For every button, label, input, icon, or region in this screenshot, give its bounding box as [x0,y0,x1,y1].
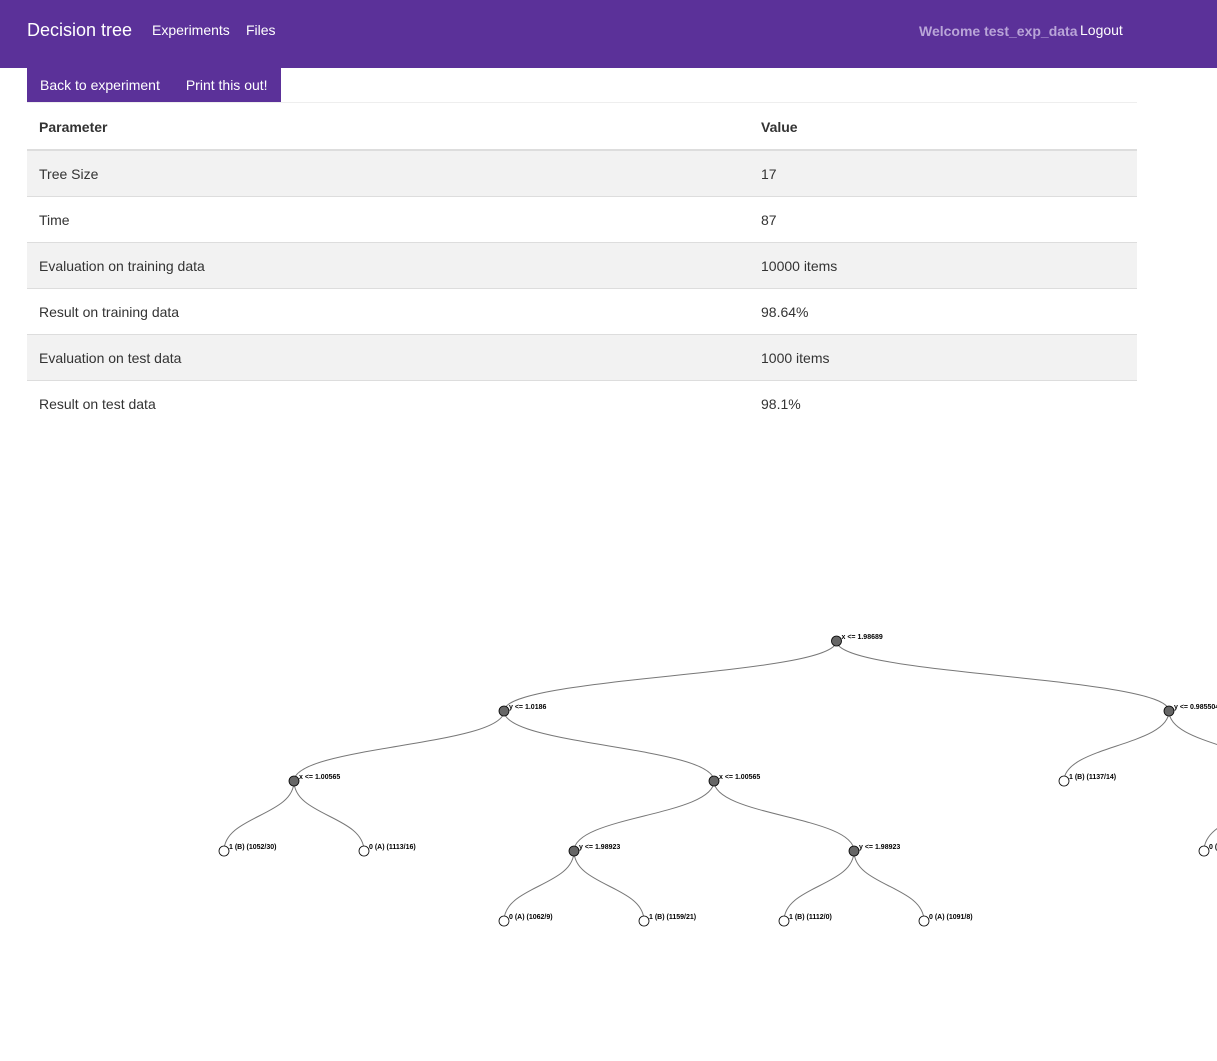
param-value: 87 [749,196,1137,243]
tree-edge [1168,710,1217,746]
navbar: Decision tree Experiments Files Welcome … [0,0,1217,68]
table-header-row: Parameter Value [27,104,1137,151]
node-label: y <= 1.98923 [859,844,900,851]
tree-leaf-node: 1 (B) (1052/30) [218,844,276,857]
node-circle [568,845,580,857]
node-label: 1 (B) (1159/21) [649,914,696,921]
node-circle [918,915,930,927]
node-label: x <= 1.00565 [299,774,340,781]
param-name: Time [27,196,749,243]
node-circle [1058,775,1070,787]
tree-leaf-node: 0 (A) (1091/8) [918,914,973,927]
node-label: 0 (A) (1062/9) [509,914,553,921]
tree-decision-node: x <= 1.00565 [288,774,340,787]
node-label: 0 (A) (1091/8) [929,914,973,921]
node-circle [708,775,720,787]
table-row: Result on training data 98.64% [27,288,1137,335]
tree-decision-node: y <= 1.98923 [568,844,620,857]
nav-experiments[interactable]: Experiments [152,22,230,38]
node-circle [1163,705,1175,717]
tree-edge [836,640,1170,712]
node-circle [288,775,300,787]
tree-edge [1063,710,1170,782]
tree-decision-node: x <= 1.98689 [831,634,883,647]
header-value: Value [749,104,1137,151]
node-label: 0 (A) (1113/16) [369,844,416,851]
node-circle [498,915,510,927]
node-circle [1198,845,1210,857]
table-row: Evaluation on training data 10000 items [27,242,1137,289]
node-label: y <= 0.985504 [1174,704,1217,711]
tree-leaf-node: 0 (A) (1062/9) [498,914,553,927]
nav-files[interactable]: Files [246,22,276,38]
node-label: x <= 1.98689 [842,634,883,641]
node-circle [831,635,842,647]
node-circle [498,705,510,717]
tree-edge [853,850,925,922]
tree-edge [503,640,837,712]
tree-leaf-node: 1 (B) (1159/21) [638,914,696,927]
decision-tree-diagram: 1 (B) (1052/30) 0 (A) (1113/16) x <= 1.005… [218,634,1217,927]
node-circle [638,915,650,927]
brand-link[interactable]: Decision tree [27,20,132,41]
param-value: 98.1% [749,380,1137,426]
param-name: Tree Size [27,149,749,197]
param-value: 98.64% [749,288,1137,335]
tree-edge [573,850,645,922]
table-row: Evaluation on test data 1000 items [27,334,1137,381]
table-row: Result on test data 98.1% [27,380,1137,426]
tree-decision-node: y <= 0.985504 [1163,704,1217,717]
tree-edge [783,850,855,922]
header-parameter: Parameter [27,104,749,151]
node-label: y <= 1.98923 [579,844,620,851]
logout-link[interactable]: Logout [1080,22,1123,38]
divider [27,102,1137,103]
tree-edge [293,780,365,852]
node-label: 1 (B) (1052/30) [229,844,276,851]
parameters-table: Parameter Value Tree Size 17 Time 87 Eva… [27,104,1137,426]
tree-leaf-node: 1 (B) (1112/0) [778,914,832,927]
table-row: Tree Size 17 [27,149,1137,197]
node-label: y <= 1.0186 [509,704,546,711]
node-circle [218,845,230,857]
tree-leaf-node: 1 (B) (1137/14) [1058,774,1116,787]
node-circle [358,845,370,857]
param-name: Result on training data [27,288,749,335]
node-label: 1 (B) (1137/14) [1069,774,1116,781]
tree-edge [1203,828,1217,852]
tree-edge [293,710,505,782]
param-name: Evaluation on training data [27,242,749,289]
action-bar: Back to experiment Print this out! [27,68,281,102]
tree-edge [503,710,715,782]
param-value: 1000 items [749,334,1137,381]
back-to-experiment-button[interactable]: Back to experiment [27,68,173,102]
param-name: Evaluation on test data [27,334,749,381]
node-circle [848,845,860,857]
tree-decision-node: x <= 1.00565 [708,774,760,787]
tree-leaf-node: 0 (A) (1113/16) [358,844,416,857]
tree-edge [503,850,575,922]
node-label: 0 (A) (1186/30) [1209,844,1217,851]
node-circle [778,915,790,927]
tree-leaf-node: 0 (A) (1186/30) [1198,844,1217,857]
table-row: Time 87 [27,196,1137,243]
tree-edge [713,780,855,852]
tree-edge [223,780,295,852]
node-label: 1 (B) (1112/0) [789,914,832,921]
param-name: Result on test data [27,380,749,426]
welcome-text: Welcome test_exp_data [919,23,1078,39]
print-button[interactable]: Print this out! [173,68,281,102]
param-value: 10000 items [749,242,1137,289]
param-value: 17 [749,149,1137,197]
node-label: x <= 1.00565 [719,774,760,781]
tree-edge [573,780,715,852]
tree-decision-node: y <= 1.98923 [848,844,900,857]
